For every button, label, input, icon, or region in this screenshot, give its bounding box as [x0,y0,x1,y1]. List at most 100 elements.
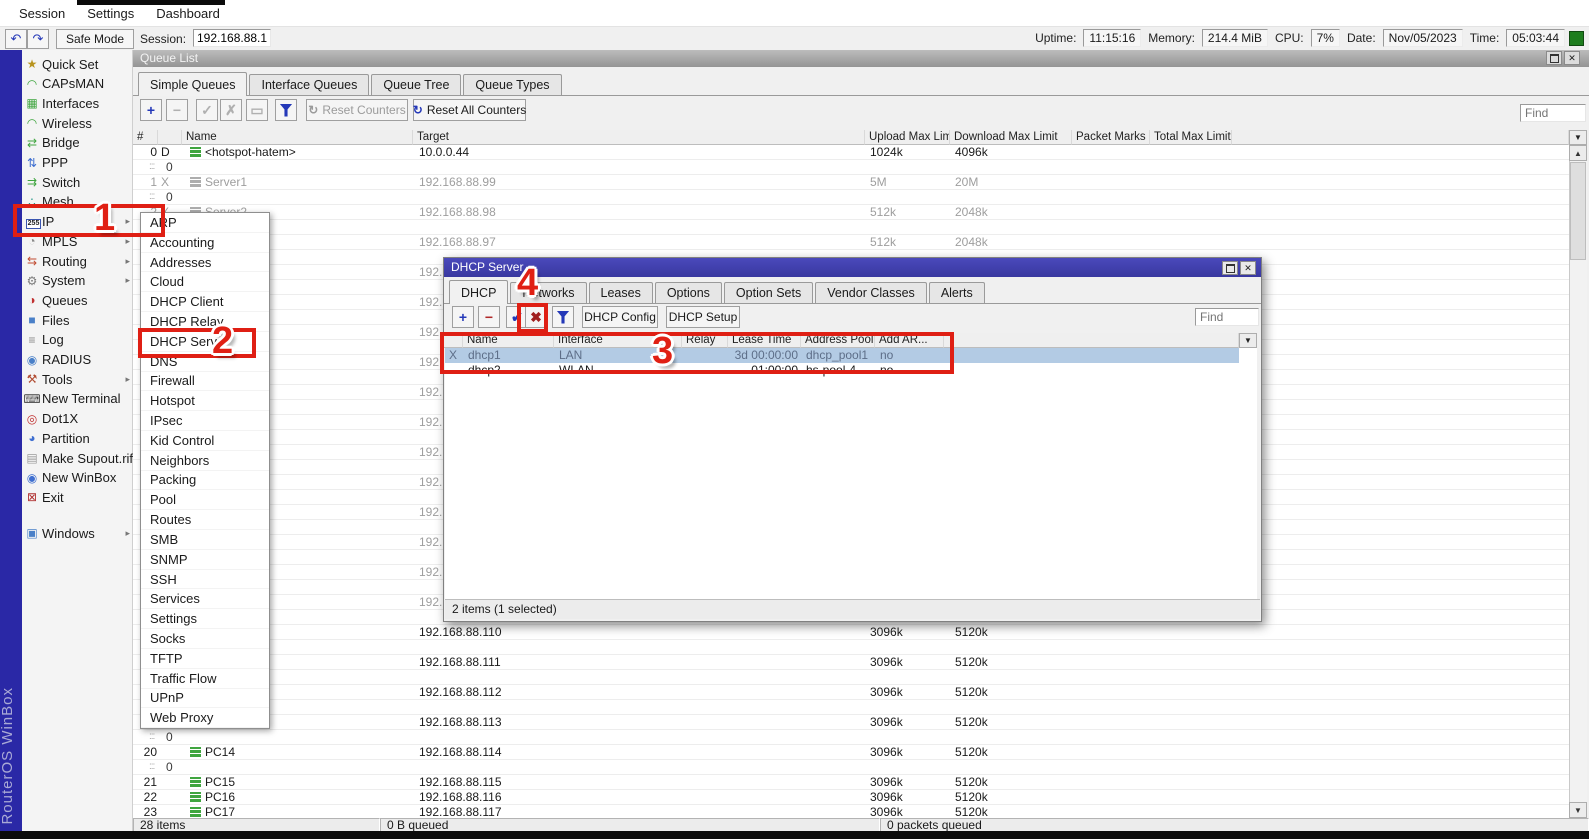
scrollbar-thumb[interactable] [1570,162,1586,260]
tab-interface-queues[interactable]: Interface Queues [249,74,369,95]
queue-row[interactable]: 192.168.88.1133096k5120k [133,715,1569,730]
column-header-Packet Marks[interactable]: Packet Marks [1072,130,1150,145]
dhcp-close-icon[interactable]: ✕ [1240,261,1256,275]
sidebar-item-make-supout-rif[interactable]: ▤Make Supout.rif [22,448,133,468]
sidebar-item-dot1x[interactable]: ◎Dot1X [22,409,133,429]
menu-item-firewall[interactable]: Firewall [141,372,269,392]
reset-counters-button[interactable]: ↻ Reset Counters [306,99,408,121]
queue-row[interactable]: 1XServer1192.168.88.995M20M [133,175,1569,190]
dhcp-config-button[interactable]: DHCP Config [582,306,658,328]
queue-row[interactable]: 192.168.88.1103096k5120k [133,625,1569,640]
sidebar-item-log[interactable]: ≡Log [22,330,133,350]
dhcp-maximize-button[interactable] [1222,261,1238,275]
menu-item-traffic-flow[interactable]: Traffic Flow [141,669,269,689]
menubar-item-session[interactable]: Session [8,6,76,21]
menu-item-settings[interactable]: Settings [141,609,269,629]
dhcp-setup-button[interactable]: DHCP Setup [666,306,740,328]
comment-button[interactable]: ▭ [246,99,268,121]
tab-queue-tree[interactable]: Queue Tree [371,74,461,95]
column-header-Total Max Limit (bi...[interactable]: Total Max Limit (bi... [1150,130,1232,145]
undo-button[interactable]: ↶ [5,29,27,49]
sidebar-item-quick-set[interactable]: ★Quick Set [22,54,133,74]
menu-item-dhcp-client[interactable]: DHCP Client [141,292,269,312]
queue-row[interactable]: 192.168.88.1123096k5120k [133,685,1569,700]
maximize-button[interactable] [1546,51,1562,65]
menu-item-ssh[interactable]: SSH [141,570,269,590]
menu-item-cloud[interactable]: Cloud [141,272,269,292]
filter-button[interactable] [275,99,297,121]
column-header-Download Max Limit[interactable]: Download Max Limit [950,130,1072,145]
dhcp-dialog-title[interactable]: DHCP Server [444,258,1261,277]
menu-item-ipsec[interactable]: IPsec [141,411,269,431]
comment-row[interactable]: :::0 [133,760,1569,775]
dhcp-find-input[interactable] [1195,308,1259,326]
menu-item-web-proxy[interactable]: Web Proxy [141,708,269,728]
dhcp-tab-vendor-classes[interactable]: Vendor Classes [815,282,927,303]
queue-row[interactable]: 192.168.88.97512k2048k [133,235,1569,250]
queue-row[interactable]: 2XServer2192.168.88.98512k2048k [133,205,1569,220]
filter-button[interactable] [552,306,574,328]
safe-mode-button[interactable]: Safe Mode [56,29,134,49]
dhcp-tab-dhcp[interactable]: DHCP [449,280,508,304]
column-header-#[interactable]: # [133,130,158,145]
sidebar-item-new-winbox[interactable]: ◉New WinBox [22,468,133,488]
column-dropdown-button[interactable]: ▼ [1569,130,1587,145]
sidebar-item-system[interactable]: ⚙System▸ [22,271,133,291]
disable-button[interactable]: ✗ [220,99,242,121]
sidebar-item-radius[interactable]: ◉RADIUS [22,350,133,370]
sidebar-item-ppp[interactable]: ⇅PPP [22,153,133,173]
dhcp-tab-leases[interactable]: Leases [589,282,653,303]
sidebar-item-queues[interactable]: ◑Queues [22,290,133,310]
tab-queue-types[interactable]: Queue Types [463,74,561,95]
remove-button[interactable]: − [478,306,500,328]
queue-row[interactable]: 22PC16192.168.88.1163096k5120k [133,790,1569,805]
scroll-down-icon[interactable]: ▼ [1569,802,1587,818]
queue-row[interactable]: 21PC15192.168.88.1153096k5120k [133,775,1569,790]
queue-row[interactable]: 0D<hotspot-hatem>10.0.0.441024k4096k [133,145,1569,160]
queue-window-title[interactable]: Queue List [133,50,1589,67]
queue-row[interactable]: 23PC17192.168.88.1173096k5120k [133,805,1569,818]
scroll-up-icon[interactable]: ▲ [1569,145,1587,161]
menu-item-socks[interactable]: Socks [141,629,269,649]
close-icon[interactable]: ✕ [1564,51,1580,65]
menu-item-snmp[interactable]: SNMP [141,550,269,570]
tab-simple-queues[interactable]: Simple Queues [138,72,247,96]
comment-row[interactable]: :::0 [133,730,1569,745]
comment-row[interactable]: :::0 [133,700,1569,715]
menubar-item-settings[interactable]: Settings [76,6,145,21]
dhcp-tab-option-sets[interactable]: Option Sets [724,282,813,303]
menu-item-addresses[interactable]: Addresses [141,253,269,273]
add-button[interactable]: + [452,306,474,328]
comment-row[interactable]: :::0 [133,160,1569,175]
comment-row[interactable]: :::0 [133,190,1569,205]
comment-row[interactable]: :::0 [133,670,1569,685]
session-input[interactable] [193,29,271,47]
sidebar-item-switch[interactable]: ⇉Switch [22,172,133,192]
find-input[interactable] [1520,104,1586,122]
sidebar-item-partition[interactable]: ◕Partition [22,428,133,448]
redo-button[interactable]: ↷ [27,29,49,49]
menu-item-services[interactable]: Services [141,589,269,609]
sidebar-item-capsman[interactable]: ◠CAPsMAN [22,74,133,94]
menu-item-packing[interactable]: Packing [141,471,269,491]
sidebar-item-new-terminal[interactable]: ⌨New Terminal [22,389,133,409]
menu-item-pool[interactable]: Pool [141,490,269,510]
dhcp-tab-alerts[interactable]: Alerts [929,282,985,303]
menu-item-tftp[interactable]: TFTP [141,649,269,669]
column-header-blank[interactable] [1232,130,1569,145]
column-header-blank[interactable] [158,130,182,145]
menu-item-neighbors[interactable]: Neighbors [141,451,269,471]
comment-row[interactable]: :::0 [133,220,1569,235]
sidebar-item-wireless[interactable]: ◠Wireless [22,113,133,133]
dhcp-column-dropdown-button[interactable]: ▼ [1239,333,1257,348]
column-header-Name[interactable]: Name [182,130,413,145]
sidebar-item-routing[interactable]: ⇆Routing▸ [22,251,133,271]
queue-row[interactable]: 192.168.88.1113096k5120k [133,655,1569,670]
menu-item-kid-control[interactable]: Kid Control [141,431,269,451]
sidebar-item-bridge[interactable]: ⇄Bridge [22,133,133,153]
add-button[interactable]: + [140,99,162,121]
menu-item-hotspot[interactable]: Hotspot [141,391,269,411]
column-header-Target[interactable]: Target [413,130,865,145]
comment-row[interactable]: :::0 [133,640,1569,655]
queue-row[interactable]: 20PC14192.168.88.1143096k5120k [133,745,1569,760]
